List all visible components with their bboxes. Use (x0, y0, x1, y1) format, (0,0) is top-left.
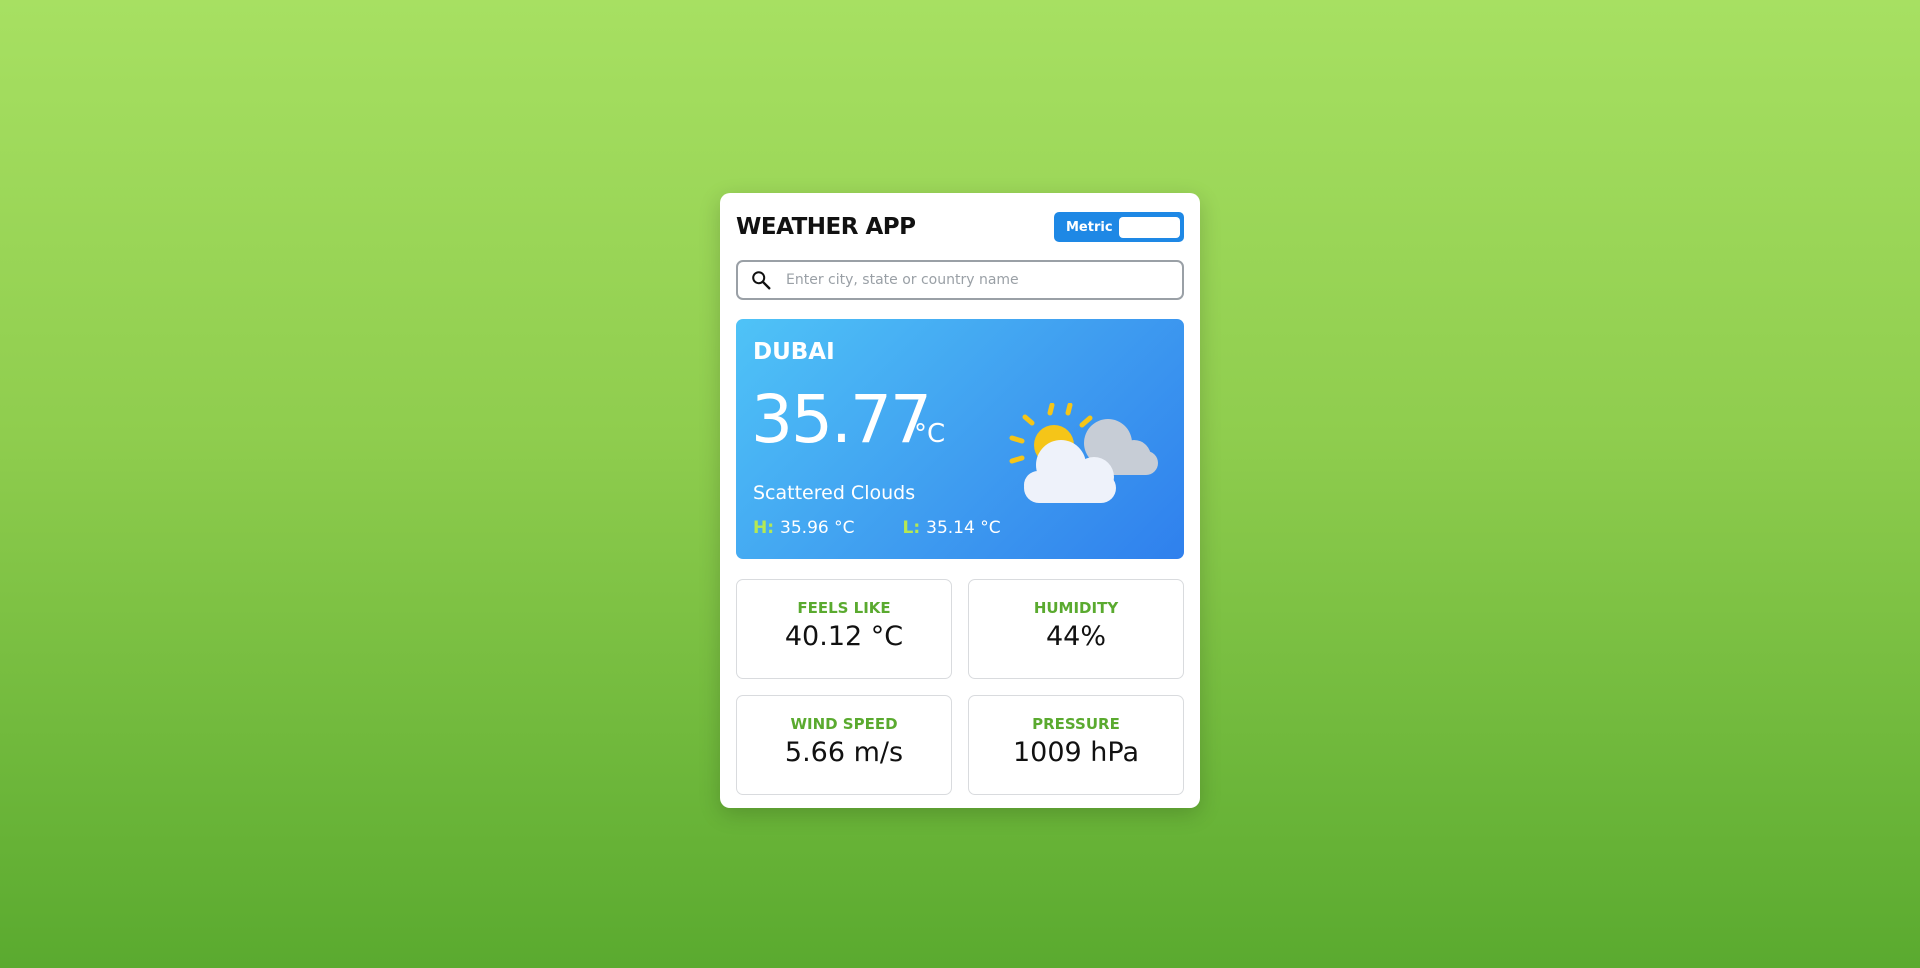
weather-condition: Scattered Clouds (753, 482, 916, 504)
search-bar (736, 260, 1184, 300)
low-temp: L: 35.14 °C (902, 518, 1000, 538)
current-weather-panel: DUBAI 35.77 °C Scattered Clouds H: 35.96… (736, 319, 1184, 559)
stat-value: 5.66 m/s (784, 737, 904, 768)
temperature-unit: °C (914, 419, 946, 449)
low-value: 35.14 °C (926, 518, 1001, 538)
sun-behind-clouds-icon (1009, 403, 1158, 503)
weather-card: WEATHER APP Metric DUBAI 35.77 °C Scatte… (720, 193, 1200, 808)
pressure-card: PRESSURE 1009 hPa (968, 695, 1184, 795)
stat-label: FEELS LIKE (797, 599, 891, 617)
app-header: WEATHER APP Metric (736, 207, 1184, 247)
city-name: DUBAI (753, 339, 835, 365)
low-label: L: (902, 518, 921, 538)
stat-value: 44% (1045, 621, 1106, 652)
stat-value: 40.12 °C (784, 621, 904, 652)
app-title: WEATHER APP (736, 214, 916, 240)
unit-toggle-knob[interactable] (1119, 216, 1180, 238)
high-label: H: (753, 518, 775, 538)
stat-label: HUMIDITY (1033, 599, 1119, 617)
unit-toggle-label: Metric (1066, 219, 1113, 235)
high-temp: H: 35.96 °C (753, 518, 854, 538)
feels-like-card: FEELS LIKE 40.12 °C (736, 579, 952, 679)
high-low-row: H: 35.96 °C L: 35.14 °C (753, 518, 1001, 538)
stat-label: PRESSURE (1032, 715, 1120, 733)
unit-toggle[interactable]: Metric (1054, 212, 1184, 242)
high-value: 35.96 °C (780, 518, 855, 538)
humidity-card: HUMIDITY 44% (968, 579, 1184, 679)
search-icon[interactable] (750, 269, 772, 291)
temperature-value: 35.77 (751, 381, 932, 458)
stat-label: WIND SPEED (790, 715, 898, 733)
stat-value: 1009 hPa (1012, 737, 1140, 768)
search-input[interactable] (784, 271, 1168, 289)
wind-speed-card: WIND SPEED 5.66 m/s (736, 695, 952, 795)
